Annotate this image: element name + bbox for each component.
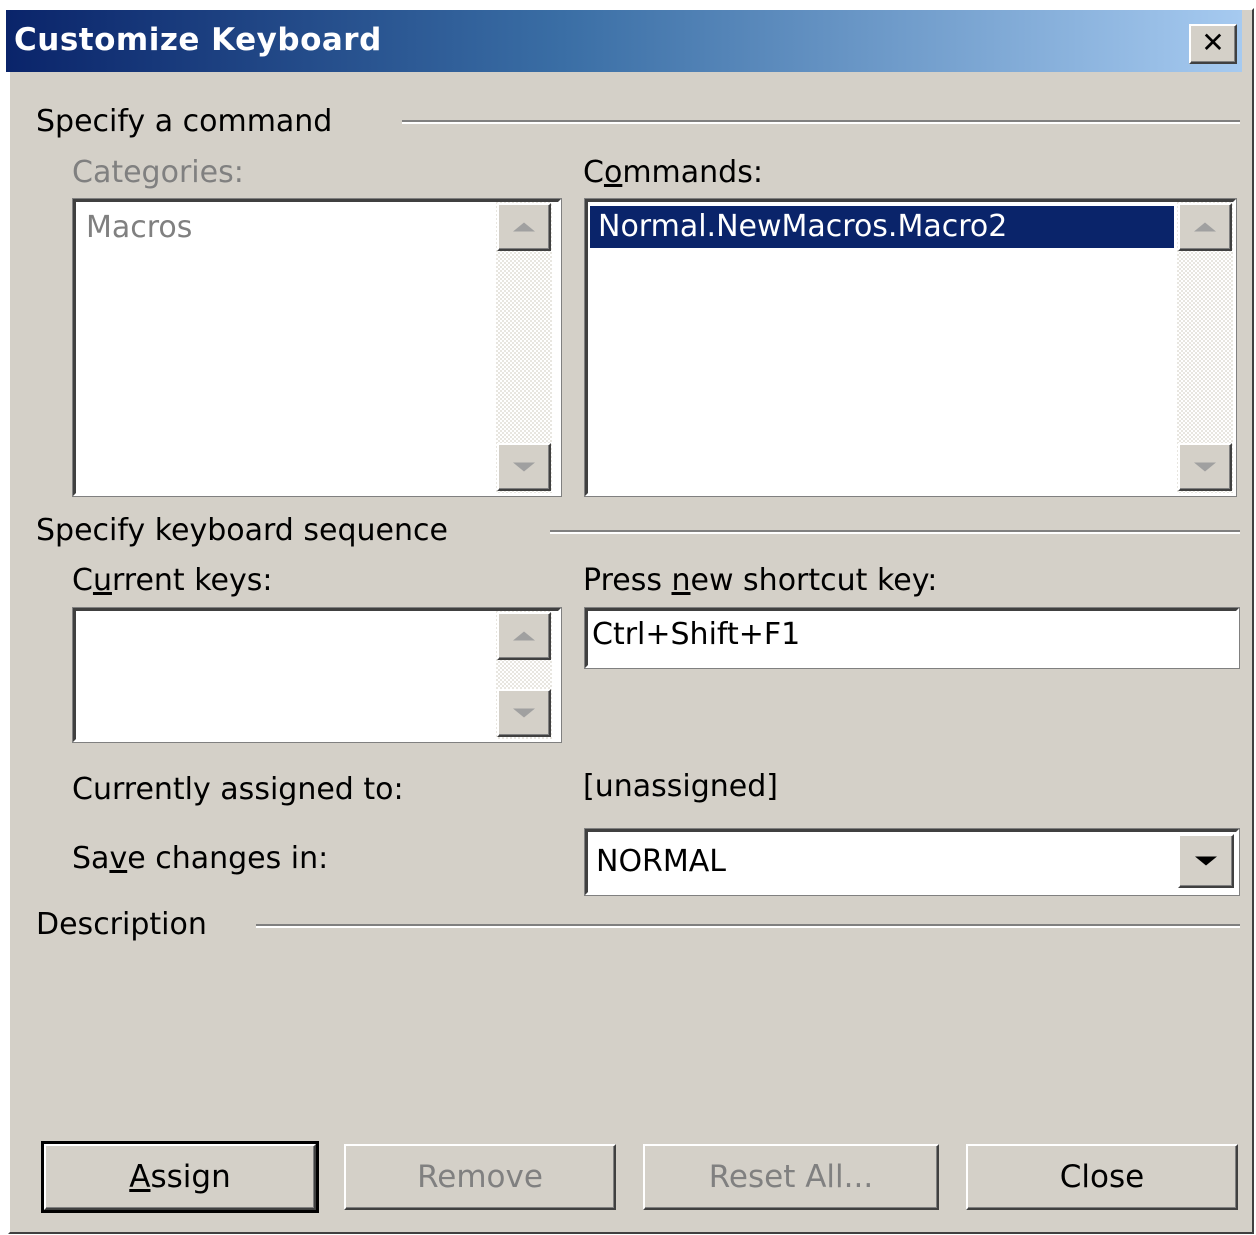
reset-all-button[interactable]: Reset All...	[643, 1144, 939, 1210]
currently-assigned-label: Currently assigned to:	[72, 772, 404, 807]
press-new-shortcut-label: Press new shortcut key:	[583, 563, 938, 598]
arrow-down-icon	[513, 708, 535, 718]
chevron-down-icon	[1195, 856, 1217, 866]
scroll-up-button[interactable]	[1178, 203, 1232, 251]
arrow-down-icon	[1194, 462, 1216, 472]
title-bar[interactable]: Customize Keyboard	[6, 10, 1242, 72]
dialog-title: Customize Keyboard	[14, 22, 382, 58]
arrow-up-icon	[513, 631, 535, 641]
arrow-up-icon	[513, 222, 535, 232]
keyboard-sequence-group-label: Specify keyboard sequence	[36, 513, 448, 548]
scroll-down-button[interactable]	[497, 689, 551, 737]
currently-assigned-value: [unassigned]	[583, 769, 778, 804]
categories-list[interactable]: Macros	[72, 198, 562, 497]
scroll-up-button[interactable]	[497, 612, 551, 660]
group-divider	[550, 530, 1240, 534]
list-item[interactable]: Normal.NewMacros.Macro2	[590, 206, 1174, 248]
current-keys-list[interactable]	[72, 607, 562, 743]
commands-list[interactable]: Normal.NewMacros.Macro2	[584, 198, 1237, 497]
scroll-down-button[interactable]	[1178, 443, 1232, 491]
dropdown-button[interactable]	[1178, 834, 1234, 888]
arrow-down-icon	[513, 462, 535, 472]
current-keys-label: Current keys:	[72, 563, 273, 598]
commands-label: Commands:	[583, 155, 763, 190]
save-changes-label: Save changes in:	[72, 841, 329, 876]
assign-button[interactable]: Assign	[41, 1141, 319, 1213]
close-button[interactable]: Close	[966, 1144, 1238, 1210]
list-item[interactable]: Macros	[78, 208, 488, 248]
description-group-label: Description	[36, 907, 207, 942]
remove-button[interactable]: Remove	[344, 1144, 616, 1210]
scroll-up-button[interactable]	[497, 203, 551, 251]
scroll-down-button[interactable]	[497, 443, 551, 491]
specify-command-group-label: Specify a command	[36, 104, 333, 139]
group-divider	[402, 120, 1240, 124]
close-icon[interactable]: ✕	[1189, 24, 1237, 64]
group-divider	[256, 924, 1240, 928]
categories-label: Categories:	[72, 155, 244, 190]
save-changes-value: NORMAL	[596, 844, 727, 879]
shortcut-key-input[interactable]: Ctrl+Shift+F1	[584, 607, 1240, 669]
save-changes-dropdown[interactable]: NORMAL	[584, 828, 1240, 896]
shortcut-key-value: Ctrl+Shift+F1	[592, 617, 801, 652]
arrow-up-icon	[1194, 222, 1216, 232]
